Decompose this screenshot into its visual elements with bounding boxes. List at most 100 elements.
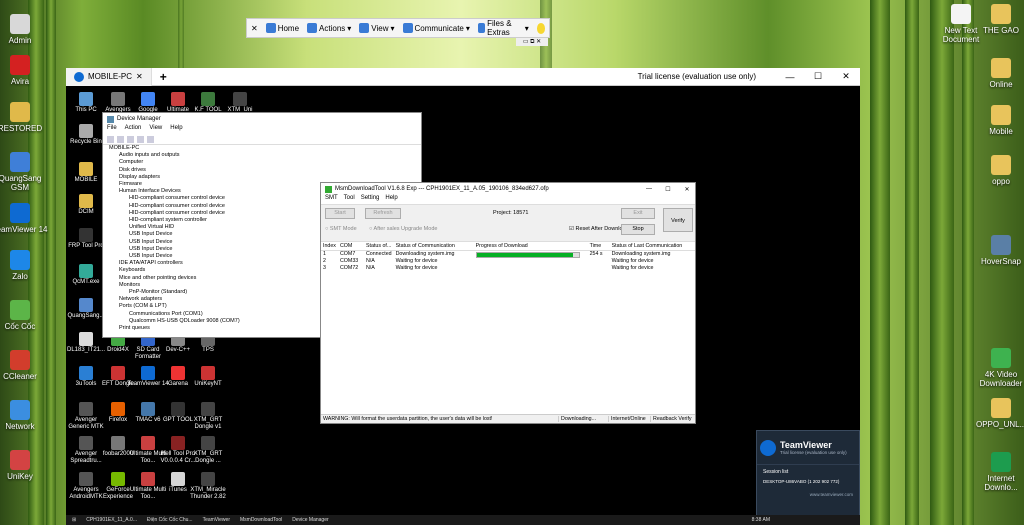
cell-index: 1 (323, 251, 326, 257)
stop-button[interactable]: Stop (621, 224, 655, 235)
device-tree-item[interactable]: Display adapters (109, 174, 421, 181)
device-tree-item[interactable]: Disk drives (109, 167, 421, 174)
remote-app-icon (201, 402, 215, 416)
session-list-label[interactable]: Session list (757, 465, 859, 479)
remote-app-icon (171, 92, 185, 106)
actions-button[interactable]: Actions ▾ (307, 23, 351, 33)
table-row[interactable]: 2 COM33 N/A Waiting for device Waiting for d… (321, 258, 695, 265)
msm-title-bar: MsmDownloadTool V1.6.8 Exp --- CPH1901EX… (321, 183, 695, 195)
desktop-icon[interactable]: Online (976, 58, 1024, 89)
remote-app-icon (111, 366, 125, 380)
cell-progress (474, 251, 588, 259)
desktop-icon[interactable]: 4K Video Downloader (976, 348, 1024, 388)
msm-download-tool-window[interactable]: MsmDownloadTool V1.6.8 Exp --- CPH1901EX… (320, 182, 696, 424)
reset-after-download-checkbox[interactable]: ☑ Reset After Download (569, 226, 629, 232)
remote-toolbar: ✕ Home Actions ▾ View ▾ Communicate ▾ Fi… (246, 18, 550, 38)
remote-desktop-icon[interactable]: XTM_Miracle Thunder 2.82 (186, 472, 230, 501)
menu-view[interactable]: View (149, 125, 162, 135)
remote-desktop-icon[interactable]: UniKeyNT (186, 366, 230, 388)
msm-minimize-button[interactable]: — (641, 186, 657, 192)
device-tree-item[interactable]: Computer (109, 159, 421, 166)
menu-smt[interactable]: SMT (325, 195, 338, 204)
desktop-icon[interactable]: Zalo (0, 250, 50, 281)
help-icon[interactable] (137, 136, 144, 143)
device-tree-item[interactable]: Audio inputs and outputs (109, 152, 421, 159)
license-label: Trial license (evaluation use only) (637, 72, 756, 81)
files-extras-button[interactable]: Files & Extras ▾ (477, 19, 529, 37)
taskbar-item[interactable]: Điện Cốc Cốc Chu... (147, 517, 193, 523)
cell-comm: Waiting for device (395, 258, 438, 264)
project-label: Project: 18571 (493, 210, 529, 216)
view-button[interactable]: View ▾ (359, 23, 395, 33)
properties-icon[interactable] (127, 136, 134, 143)
files-icon (477, 23, 486, 33)
taskbar-item[interactable]: TeamViewer (203, 517, 230, 523)
desktop-icon[interactable]: CCleaner (0, 350, 50, 381)
taskbar-item[interactable]: CPH1901EX_11_A.0... (86, 517, 137, 523)
after-sales-radio[interactable]: ○ After sales Upgrade Mode (369, 226, 437, 232)
desktop-icon[interactable]: HoverSnap (976, 235, 1024, 266)
forward-icon[interactable] (117, 136, 124, 143)
desktop-app-icon (991, 155, 1011, 175)
teamviewer-panel[interactable]: TeamViewer Trial license (evaluation use… (756, 430, 860, 517)
table-row[interactable]: 1 COM7 Connected Downloading system.img 254 … (321, 251, 695, 259)
menu-file[interactable]: File (107, 125, 117, 135)
desktop-icon[interactable]: QuangSang GSM (0, 152, 50, 192)
device-tree-item[interactable]: MOBILE-PC (109, 145, 421, 152)
desktop-icon[interactable]: RESTORED (0, 102, 50, 133)
tab-close-icon[interactable]: ✕ (136, 72, 143, 81)
desktop-icon[interactable]: Mobile (976, 105, 1024, 136)
toolbar-close-button[interactable]: ✕ (251, 24, 258, 33)
table-row[interactable]: 3 COM72 N/A Waiting for device Waiting for d… (321, 265, 695, 272)
msm-maximize-button[interactable]: ☐ (660, 186, 676, 193)
desktop-app-icon (10, 55, 30, 75)
minimize-button[interactable]: — (776, 72, 804, 82)
exit-button[interactable]: Exit (621, 208, 655, 219)
remote-desktop-icon[interactable]: XTM_GRT Dongle v1 (186, 402, 230, 431)
tab-mobile-pc[interactable]: MOBILE-PC ✕ (66, 67, 152, 86)
menu-action[interactable]: Action (125, 125, 142, 135)
remote-desktop-icon[interactable]: XTM_Uni (218, 92, 262, 114)
back-icon[interactable] (107, 136, 114, 143)
cell-status: N/A (365, 265, 375, 271)
menu-help[interactable]: Help (170, 125, 182, 135)
taskbar-item[interactable]: Device Manager (292, 517, 328, 523)
desktop-icon[interactable]: Cốc Cốc (0, 300, 50, 331)
cell-progress (474, 258, 588, 265)
desktop-icon[interactable]: Avira (0, 55, 50, 86)
desktop-icon[interactable]: UniKey (0, 450, 50, 481)
communicate-button[interactable]: Communicate ▾ (402, 23, 470, 33)
desktop-app-icon (991, 4, 1011, 24)
start-icon[interactable]: ⊞ (72, 517, 76, 523)
remote-desktop-icon[interactable]: XTM_GRT Dongle ... (186, 436, 230, 465)
remote-app-icon (141, 436, 155, 450)
menu-tool[interactable]: Tool (344, 195, 355, 204)
home-button[interactable]: Home (265, 23, 299, 33)
refresh-button[interactable]: Refresh (365, 208, 401, 219)
close-button[interactable]: ✕ (832, 71, 860, 82)
teamviewer-url[interactable]: www.teamviewer.com (757, 488, 859, 501)
taskbar-item[interactable]: MsmDownloadTool (240, 517, 282, 523)
menu-help[interactable]: Help (385, 195, 397, 204)
desktop-icon[interactable]: Network (0, 400, 50, 431)
feedback-smiley-icon[interactable] (536, 22, 545, 34)
new-tab-button[interactable]: + (152, 70, 175, 84)
desktop-icon[interactable]: OPPO_UNL... (976, 398, 1024, 429)
desktop-icon[interactable]: TeamViewer 14 (0, 203, 50, 234)
desktop-icon[interactable]: THE GAO (976, 4, 1024, 35)
teamviewer-icon (74, 71, 84, 82)
remote-session-window[interactable]: MOBILE-PC ✕ + Trial license (evaluation … (66, 67, 860, 515)
smt-mode-radio[interactable]: ○ SMT Mode (325, 226, 357, 232)
scan-icon[interactable] (147, 136, 154, 143)
desktop-icon[interactable]: Admin (0, 14, 50, 45)
toolbar-window-controls[interactable]: ▭ ⧉ ✕ (516, 38, 548, 46)
session-desktop[interactable]: DESKTOP-U86VABO (1 202 902 772) (757, 479, 859, 488)
msm-close-button[interactable]: ✕ (679, 186, 695, 193)
desktop-icon[interactable]: Internet Downlo... (976, 452, 1024, 492)
menu-setting[interactable]: Setting (361, 195, 380, 204)
maximize-button[interactable]: ☐ (804, 71, 832, 82)
desktop-icon[interactable]: oppo (976, 155, 1024, 186)
desktop-app-icon (991, 235, 1011, 255)
verify-button[interactable]: Verify (663, 208, 693, 232)
start-button[interactable]: Start (325, 208, 355, 219)
